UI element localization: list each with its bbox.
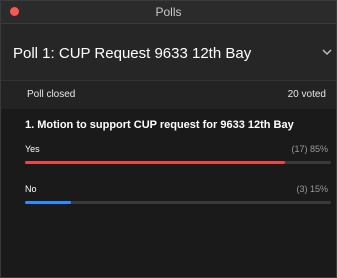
option-no-result: (3) 15% (296, 184, 328, 194)
poll-status-bar: Poll closed 20 voted (1, 81, 336, 109)
option-no-label: No (25, 184, 37, 194)
option-yes-bar-fill (25, 161, 286, 164)
chevron-down-icon[interactable] (322, 44, 332, 59)
option-yes-result: (17) 85% (291, 144, 328, 154)
option-yes-label: Yes (25, 144, 40, 154)
polls-window: Polls Poll 1: CUP Request 9633 12th Bay … (0, 0, 337, 278)
option-no-bar-track (25, 201, 331, 204)
option-yes-bar-track (25, 161, 331, 164)
poll-question: 1. Motion to support CUP request for 963… (25, 119, 294, 131)
title-bar: Polls (1, 1, 336, 24)
poll-status: Poll closed (27, 89, 76, 100)
vote-count: 20 voted (287, 89, 326, 100)
option-no-bar-fill (25, 201, 71, 204)
poll-results: 1. Motion to support CUP request for 963… (1, 109, 336, 258)
window-title: Polls (155, 5, 182, 19)
poll-selector[interactable]: Poll 1: CUP Request 9633 12th Bay (1, 24, 336, 81)
poll-title: Poll 1: CUP Request 9633 12th Bay (13, 45, 252, 62)
